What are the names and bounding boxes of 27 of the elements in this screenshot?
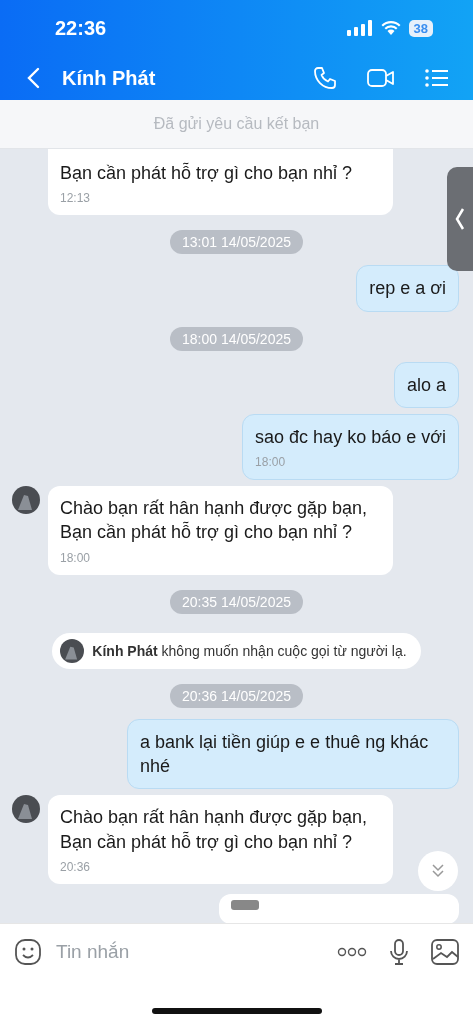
received-message[interactable]: Chào bạn rất hân hạnh được gặp bạn, Bạn cần phát hỗ trợ gì cho bạn nhỉ ? 18:00 <box>48 486 393 575</box>
message-text: sao đc hay ko báo e với <box>255 425 446 449</box>
message-text: alo a <box>406 373 446 397</box>
date-chip: 20:35 14/05/2025 <box>170 589 303 614</box>
contact-name: Kính Phát <box>62 66 157 90</box>
sent-message[interactable]: a bank lại tiền giúp e e thuê ng khác nhé <box>127 718 459 790</box>
status-time: 22:36 <box>55 16 107 40</box>
sent-message[interactable]: alo a <box>393 361 459 408</box>
sent-message[interactable]: rep e a ơi <box>356 265 459 312</box>
message-text: Chào bạn rất hân hạnh được gặp bạn, Bạn cần phát hỗ trợ gì cho bạn nhỉ ? <box>60 497 369 545</box>
message-text: Chào bạn rất hân hạnh được gặp bạn, Bạn cần phát hỗ trợ gì cho bạn nhỉ ? <box>60 806 369 854</box>
date-chip: 20:36 14/05/2025 <box>170 683 303 708</box>
message-time: 18:00 <box>60 550 92 565</box>
message-time: 12:13 <box>60 191 92 206</box>
friend-request-banner: Đã gửi yêu cầu kết bạn <box>0 100 473 149</box>
message-text: Bạn cần phát hỗ trợ gì cho bạn nhỉ ? <box>60 161 353 185</box>
message-text: a bank lại tiền giúp e e thuê ng khác nhé <box>140 730 430 779</box>
message-time: 20:36 <box>60 859 92 874</box>
message-text: rep e a ơi <box>369 277 446 301</box>
battery-icon: 38 <box>408 19 433 37</box>
sent-message[interactable]: sao đc hay ko báo e với 18:00 <box>242 413 459 481</box>
received-message[interactable]: Chào bạn rất hân hạnh được gặp bạn, Bạn cần phát hỗ trợ gì cho bạn nhỉ ? 20:36 <box>48 795 393 884</box>
date-chip: 18:00 14/05/2025 <box>170 326 303 351</box>
message-time: 18:00 <box>255 455 287 470</box>
received-message[interactable]: Bạn cần phát hỗ trợ gì cho bạn nhỉ ? 12:13 <box>48 149 393 216</box>
date-chip: 13:01 14/05/2025 <box>170 230 303 255</box>
notice-text: Kính Phát không muốn nhận cuộc gọi từ người lạ. <box>92 642 407 659</box>
